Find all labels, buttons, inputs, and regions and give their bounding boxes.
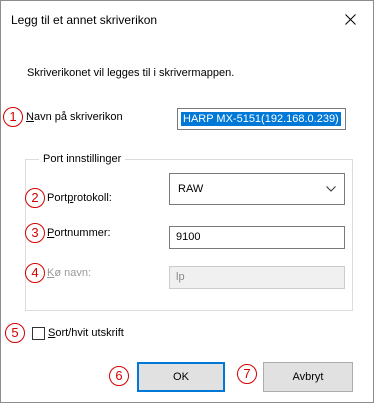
port-number-value: 9100 [176, 231, 201, 243]
protocol-value: RAW [178, 183, 204, 195]
queue-name-input: lp [169, 266, 345, 289]
monochrome-checkbox[interactable] [32, 327, 45, 340]
icon-name-label: Navn på skriverikon [26, 111, 123, 123]
marker-7: 7 [237, 364, 257, 384]
protocol-label-pre: Port [47, 192, 68, 204]
close-icon [345, 14, 356, 25]
chevron-down-icon [326, 186, 336, 192]
monochrome-label-post: ort/hvit utskrift [55, 327, 124, 339]
dialog-description: Skriverikonet vil legges til i skriverma… [27, 67, 235, 79]
marker-3: 3 [25, 223, 45, 243]
monochrome-label[interactable]: Sort/hvit utskrift [48, 327, 124, 339]
port-number-label-post: ortnummer: [54, 227, 111, 239]
icon-name-input[interactable]: HARP MX-5151(192.168.0.239) [177, 108, 346, 130]
add-printer-icon-dialog: Legg til et annet skriverikon Skriveriko… [0, 0, 374, 403]
port-number-input[interactable]: 9100 [169, 226, 345, 249]
title-bar: Legg til et annet skriverikon [1, 1, 373, 37]
queue-name-value: lp [176, 271, 185, 283]
icon-name-value: HARP MX-5151(192.168.0.239) [181, 112, 341, 126]
port-number-label: Portnummer: [47, 227, 111, 239]
queue-name-label-post: ø navn: [54, 267, 92, 279]
ok-button[interactable]: OK [137, 362, 225, 392]
protocol-label: Portprotokoll: [47, 192, 112, 204]
queue-name-label: Kø navn: [47, 267, 91, 279]
icon-name-label-text: avn på skriverikon [33, 111, 123, 123]
icon-name-label-accel: N [26, 111, 34, 123]
dialog-title: Legg til et annet skriverikon [11, 13, 158, 27]
close-button[interactable] [327, 1, 373, 37]
marker-2: 2 [25, 188, 45, 208]
marker-4: 4 [25, 263, 45, 283]
marker-1: 1 [3, 107, 23, 127]
marker-5: 5 [5, 323, 25, 343]
marker-6: 6 [109, 366, 129, 386]
protocol-select[interactable]: RAW [169, 173, 345, 205]
port-settings-title: Port innstillinger [39, 153, 126, 165]
protocol-label-post: rotokoll: [73, 192, 112, 204]
cancel-button[interactable]: Avbryt [263, 362, 353, 392]
